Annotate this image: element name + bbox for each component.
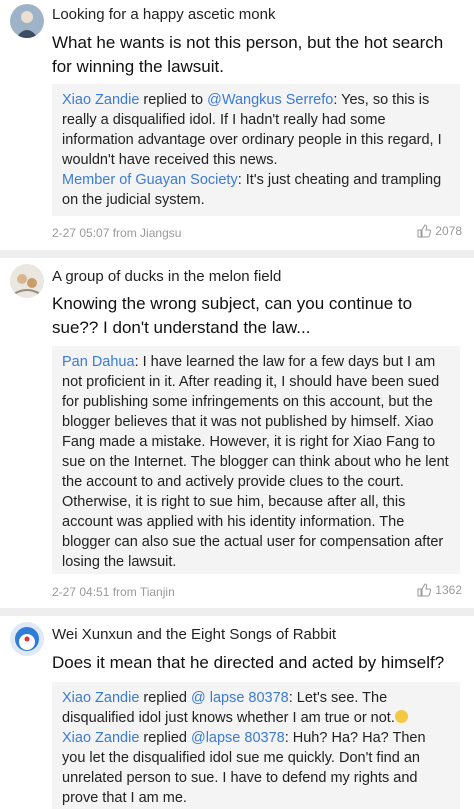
reply-author[interactable]: Xiao Zandie (62, 690, 139, 706)
reply-box[interactable]: Xiao Zandie replied @ lapse 80378: Let's… (52, 682, 460, 809)
like-count: 2078 (435, 224, 462, 238)
comment-3: Wei Xunxun and the Eight Songs of Rabbit… (0, 616, 474, 809)
thumbs-up-icon (417, 583, 432, 597)
like-button[interactable]: 2078 (417, 224, 462, 238)
reply-box[interactable]: Xiao Zandie replied to @Wangkus Serrefo:… (52, 84, 460, 216)
username[interactable]: Looking for a happy ascetic monk (52, 6, 275, 23)
reply[interactable]: Xiao Zandie replied @ lapse 80378: Let's… (62, 688, 450, 728)
reply-box[interactable]: Pan Dahua: I have learned the law for a … (52, 346, 460, 574)
avatar[interactable] (10, 4, 44, 38)
reply-text: : I have learned the law for a few days … (62, 354, 449, 570)
emoji-icon (394, 710, 408, 723)
username[interactable]: A group of ducks in the melon field (52, 268, 281, 285)
comment-text: Knowing the wrong subject, can you conti… (52, 294, 413, 337)
comment-2: A group of ducks in the melon field Know… (0, 258, 474, 609)
reply-connector: replied (139, 730, 191, 746)
reply-target[interactable]: @lapse 80378 (191, 730, 285, 746)
like-count: 1362 (435, 583, 462, 597)
reply[interactable]: Xiao Zandie replied @lapse 80378: Huh? H… (62, 728, 450, 808)
reply-connector: replied (139, 690, 191, 706)
reply-connector: replied to (139, 92, 208, 108)
reply-author[interactable]: Member of Guayan Society (62, 172, 238, 188)
reply[interactable]: Xiao Zandie replied to @Wangkus Serrefo:… (62, 90, 450, 170)
timestamp-location: 2-27 04:51 from Tianjin (52, 585, 175, 599)
reply-author[interactable]: Pan Dahua (62, 354, 135, 370)
reply[interactable]: Member of Guayan Society: It's just chea… (62, 170, 450, 210)
reply-target[interactable]: @Wangkus Serrefo (207, 92, 333, 108)
username[interactable]: Wei Xunxun and the Eight Songs of Rabbit (52, 626, 336, 643)
timestamp-location: 2-27 05:07 from Jiangsu (52, 226, 182, 240)
divider (0, 608, 474, 616)
comment-text: Does it mean that he directed and acted … (52, 653, 445, 672)
avatar[interactable] (10, 264, 44, 298)
avatar[interactable] (10, 622, 44, 656)
thumbs-up-icon (417, 224, 432, 238)
reply-target[interactable]: @ lapse 80378 (191, 690, 289, 706)
reply-author[interactable]: Xiao Zandie (62, 730, 139, 746)
comment-text: What he wants is not this person, but th… (52, 33, 444, 76)
reply-author[interactable]: Xiao Zandie (62, 92, 139, 108)
reply[interactable]: Pan Dahua: I have learned the law for a … (62, 352, 450, 572)
like-button[interactable]: 1362 (417, 583, 462, 597)
divider (0, 250, 474, 258)
comment-1: Looking for a happy ascetic monk What he… (0, 0, 474, 252)
